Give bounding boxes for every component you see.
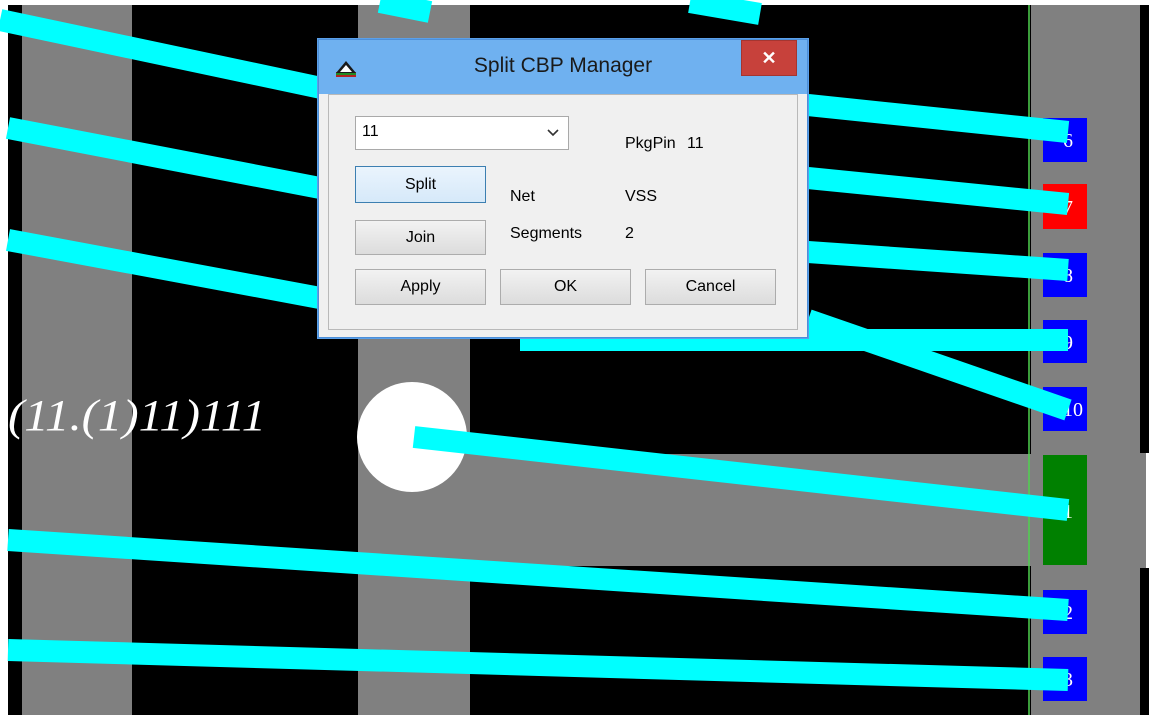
split-cbp-manager-dialog[interactable]: Split CBP Manager ✕ 11 PkgPin 11 Split N… [318,39,808,338]
pkgpin-label: PkgPin [625,135,676,152]
dialog-titlebar[interactable]: Split CBP Manager ✕ [319,40,807,94]
split-button[interactable]: Split [355,166,486,203]
pkgpin-value: 11 [687,135,704,152]
join-button[interactable]: Join [355,220,486,255]
chevron-down-icon[interactable] [546,125,560,139]
net-label: Net [510,188,535,205]
pin-select-combobox[interactable]: 11 [355,116,569,150]
apply-button[interactable]: Apply [355,269,486,305]
right-gap-bottom [1140,568,1149,715]
gray-column-left [22,5,132,715]
ok-button[interactable]: OK [500,269,631,305]
trace-top-2[interactable] [377,0,433,23]
canvas-border-left [0,0,8,715]
cancel-button[interactable]: Cancel [645,269,776,305]
right-gap-top [1140,5,1149,453]
pin-select-value: 11 [362,123,379,140]
segments-label: Segments [510,225,583,242]
close-button[interactable]: ✕ [741,40,797,76]
segments-value: 2 [625,225,634,242]
dialog-title: Split CBP Manager [473,54,653,77]
overlap-net-label: (11.(1)11)111 [8,391,266,440]
trace-top-3[interactable] [688,0,762,25]
net-value: VSS [625,188,658,205]
